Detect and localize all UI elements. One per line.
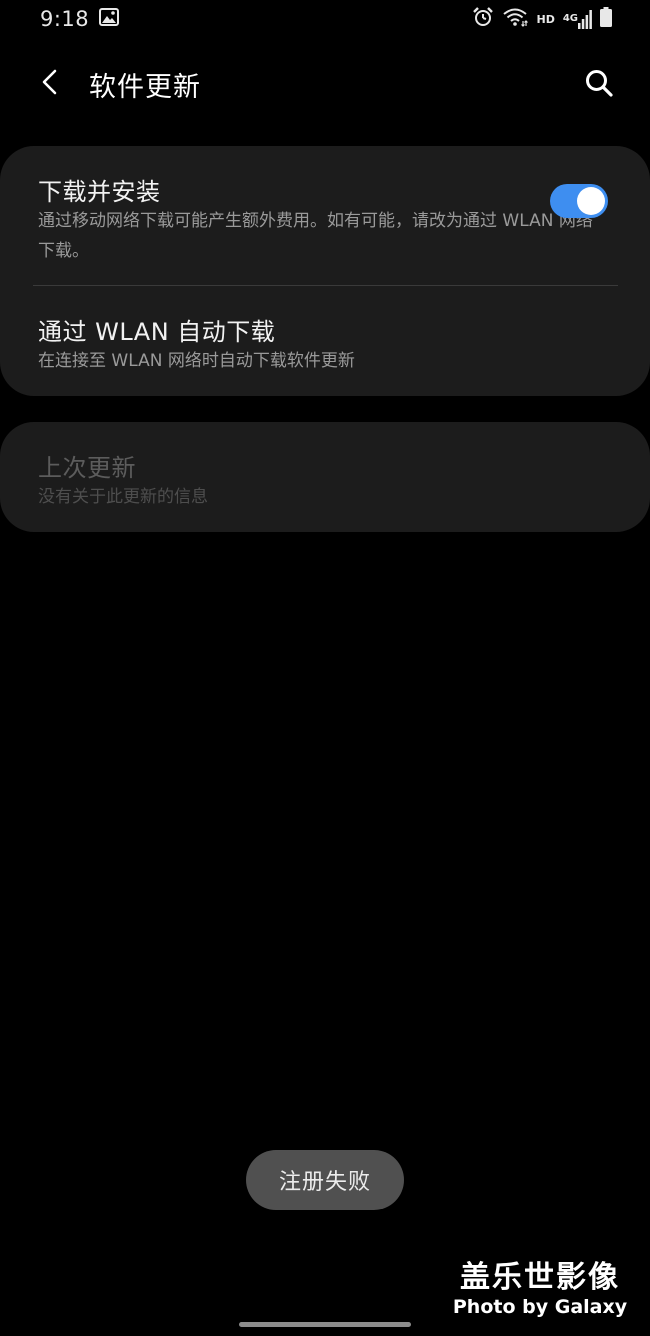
download-and-install-title: 下载并安装 <box>38 178 161 206</box>
auto-download-wlan-item[interactable]: 通过 WLAN 自动下载 在连接至 WLAN 网络时自动下载软件更新 <box>0 286 650 396</box>
toast-message: 注册失败 <box>246 1150 404 1210</box>
back-button[interactable] <box>30 62 70 102</box>
search-icon <box>586 70 613 97</box>
home-indicator[interactable] <box>239 1322 411 1327</box>
network-type-label: 4G <box>562 13 578 24</box>
cell-signal-icon: 4G <box>563 9 592 29</box>
software-update-screen: 9:18 HD 4G 软件更新 下载并安装 通过移动网络下载可能产生额外费用。如… <box>0 0 650 1336</box>
status-left: 9:18 <box>40 7 120 31</box>
update-options-card: 下载并安装 通过移动网络下载可能产生额外费用。如有可能，请改为通过 WLAN 网… <box>0 146 650 396</box>
last-update-subtitle: 没有关于此更新的信息 <box>38 487 208 507</box>
auto-download-wlan-title: 通过 WLAN 自动下载 <box>38 318 276 346</box>
download-and-install-item[interactable]: 下载并安装 通过移动网络下载可能产生额外费用。如有可能，请改为通过 WLAN 网… <box>0 146 650 286</box>
alarm-icon <box>472 6 494 32</box>
last-update-item: 上次更新 没有关于此更新的信息 <box>0 422 650 532</box>
status-bar: 9:18 HD 4G <box>0 0 650 38</box>
gallery-notification-icon <box>99 8 120 30</box>
app-bar: 软件更新 <box>0 52 650 112</box>
toggle-knob <box>577 187 605 215</box>
status-right: HD 4G <box>472 6 612 32</box>
wifi-icon <box>502 7 529 31</box>
search-button[interactable] <box>578 62 620 104</box>
auto-download-wlan-subtitle: 在连接至 WLAN 网络时自动下载软件更新 <box>38 351 355 371</box>
galaxy-watermark: 盖乐世影像 Photo by Galaxy <box>450 1260 630 1318</box>
watermark-line-2: Photo by Galaxy <box>452 1296 628 1318</box>
download-and-install-subtitle: 通过移动网络下载可能产生额外费用。如有可能，请改为通过 WLAN 网络下载。 <box>38 211 593 261</box>
page-title: 软件更新 <box>89 72 201 103</box>
watermark-line-1: 盖乐世影像 <box>460 1260 620 1295</box>
hd-voice-label: HD <box>536 12 555 26</box>
battery-icon <box>600 7 612 31</box>
chevron-left-icon <box>42 69 57 95</box>
last-update-title: 上次更新 <box>38 454 136 482</box>
auto-download-wlan-toggle[interactable] <box>550 184 608 218</box>
last-update-card: 上次更新 没有关于此更新的信息 <box>0 422 650 532</box>
status-time: 9:18 <box>40 7 90 31</box>
